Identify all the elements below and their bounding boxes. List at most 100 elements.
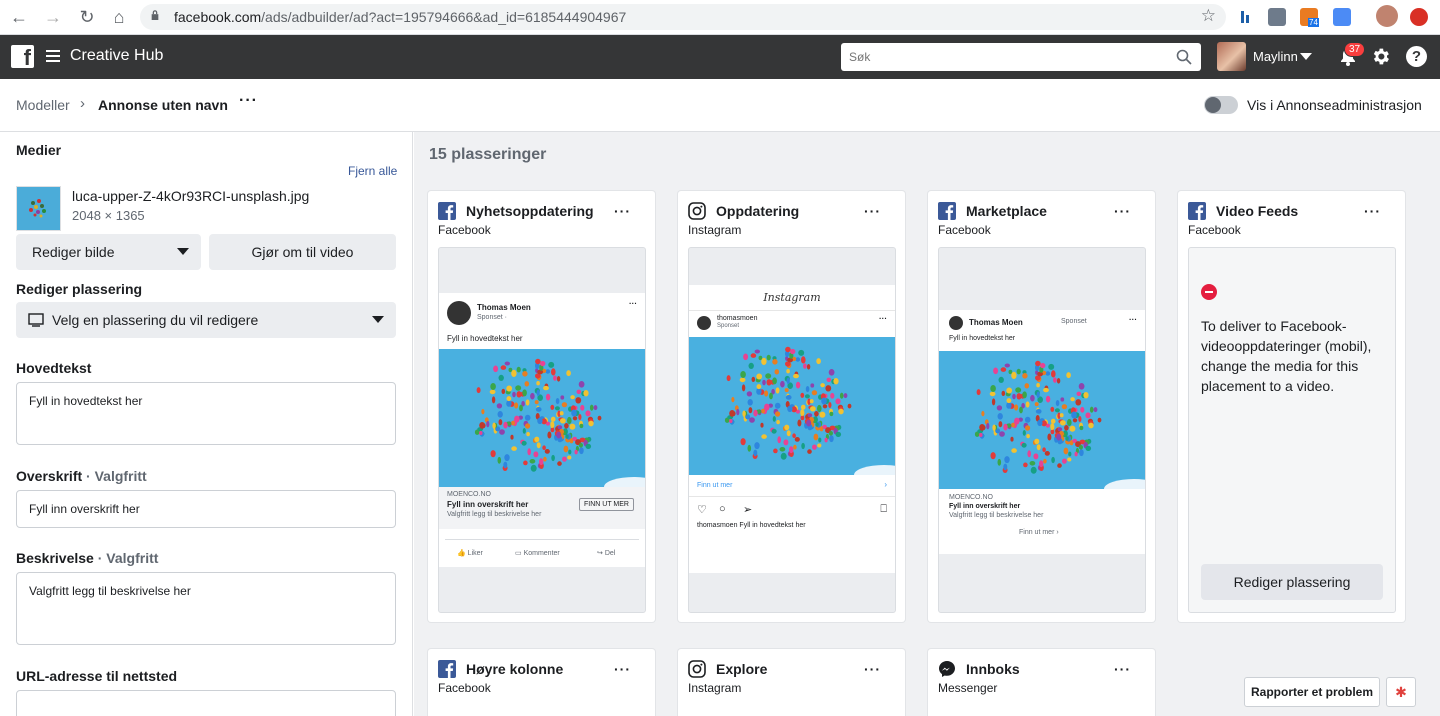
balloon-dot <box>1079 449 1084 457</box>
cloud-shape <box>604 477 645 487</box>
balloon-dot <box>1047 433 1052 441</box>
menu-icon[interactable] <box>46 50 60 62</box>
reload-icon[interactable]: ↻ <box>76 6 98 28</box>
balloon-dot <box>1024 416 1031 423</box>
user-name[interactable]: Maylinn <box>1253 49 1298 64</box>
extension-feed-icon[interactable]: 74 <box>1300 8 1319 27</box>
placement-card-inbox[interactable]: Innboks Messenger ··· <box>928 649 1155 716</box>
lock-icon <box>151 10 159 20</box>
card-subtitle: Facebook <box>938 223 991 237</box>
home-icon[interactable]: ⌂ <box>108 6 130 28</box>
balloon-dot <box>824 437 828 443</box>
balloon-dot <box>556 376 561 382</box>
balloon-dot <box>525 399 530 406</box>
balloon-dot <box>747 444 752 452</box>
placement-card-video-feeds[interactable]: Video Feeds Facebook ··· To deliver to F… <box>1178 191 1405 622</box>
breadcrumb-parent[interactable]: Modeller <box>16 97 70 113</box>
card-more-icon[interactable]: ··· <box>1364 203 1381 219</box>
post-main-text: Fyll in hovedtekst her <box>447 334 523 343</box>
user-avatar[interactable] <box>1217 42 1246 71</box>
balloon-dot <box>821 397 827 405</box>
balloon-dot <box>839 392 844 399</box>
balloon-dot <box>1022 373 1028 379</box>
card-subtitle: Facebook <box>438 681 491 695</box>
card-more-icon[interactable]: ··· <box>614 661 631 677</box>
address-bar[interactable]: facebook.com/ads/adbuilder/ad?act=195794… <box>140 4 1226 30</box>
card-more-icon[interactable]: ··· <box>614 203 631 219</box>
balloon-dot <box>1035 409 1042 414</box>
instagram-logo: Instagram <box>689 285 895 311</box>
balloon-dot <box>760 422 764 428</box>
more-options-icon[interactable]: ··· <box>239 92 258 110</box>
balloon-dot <box>785 346 791 353</box>
balloon-dot <box>565 434 569 439</box>
balloon-dot <box>571 409 577 417</box>
edit-image-button[interactable]: Rediger bilde <box>16 234 201 270</box>
page-title: Annonse uten navn <box>98 97 228 113</box>
card-subtitle: Instagram <box>688 223 742 237</box>
balloon-dot <box>521 440 527 446</box>
balloon-dot <box>543 385 549 391</box>
placement-card-explore[interactable]: Explore Instagram ··· <box>678 649 905 716</box>
bookmark-star-icon[interactable]: ☆ <box>1201 6 1216 26</box>
balloon-dot <box>749 417 755 423</box>
error-icon <box>1201 284 1217 300</box>
placement-card-instagram-feed[interactable]: Oppdatering Instagram ··· Instagram thom… <box>678 191 905 622</box>
balloon-dot <box>511 446 517 451</box>
placement-card-right-column[interactable]: Høyre kolonne Facebook ··· <box>428 649 655 716</box>
balloon-dot <box>825 385 832 392</box>
extension-calendar-icon[interactable] <box>1333 8 1351 26</box>
balloon-dot <box>559 411 564 416</box>
placement-card-marketplace[interactable]: Marketplace Facebook ··· Thomas Moen Spo… <box>928 191 1155 622</box>
extension-code-icon[interactable] <box>1268 8 1286 26</box>
balloon-dot <box>533 451 539 458</box>
facebook-logo-icon[interactable]: f <box>11 45 34 68</box>
balloon-dot <box>1067 418 1072 427</box>
ads-manager-toggle[interactable] <box>1204 96 1238 114</box>
balloon-dot <box>583 390 589 397</box>
url-path: /ads/adbuilder/ad?act=195794666&ad_id=61… <box>261 9 627 25</box>
main-text-field[interactable]: Fyll in hovedtekst her <box>16 382 396 445</box>
balloon-dot <box>593 405 598 411</box>
balloon-dot <box>789 446 794 454</box>
balloon-dot <box>585 410 591 417</box>
convert-to-video-button[interactable]: Gjør om til video <box>209 234 396 270</box>
balloon-dot <box>504 454 510 462</box>
user-menu-caret-icon[interactable] <box>1300 53 1312 60</box>
balloon-dot <box>729 419 733 423</box>
edit-placement-button[interactable]: Rediger plassering <box>1201 564 1383 600</box>
card-more-icon[interactable]: ··· <box>864 203 881 219</box>
card-more-icon[interactable]: ··· <box>1114 661 1131 677</box>
card-more-icon[interactable]: ··· <box>864 661 881 677</box>
balloon-dot <box>843 393 848 399</box>
description-field[interactable]: Valgfritt legg til beskrivelse her <box>16 572 396 645</box>
placement-card-feed[interactable]: Nyhetsoppdatering Facebook ··· Thomas Mo… <box>428 191 655 622</box>
balloon-dot <box>804 394 810 399</box>
remove-all-link[interactable]: Fjern alle <box>348 164 397 178</box>
placement-select[interactable]: Velg en plassering du vil redigere <box>16 302 396 338</box>
balloon-dot <box>1066 372 1071 379</box>
ig-more-icon: ··· <box>879 314 887 323</box>
url-field[interactable] <box>16 690 396 716</box>
search-input[interactable] <box>841 43 1201 71</box>
balloon-dot <box>550 404 555 410</box>
extension-bars-icon[interactable] <box>1238 8 1256 26</box>
bug-report-icon[interactable]: ✱ <box>1386 677 1416 707</box>
balloon-dot <box>576 389 582 394</box>
forward-icon[interactable]: → <box>42 6 64 28</box>
balloon-dot <box>514 402 519 409</box>
profile-avatar[interactable] <box>1376 5 1398 27</box>
search-icon[interactable] <box>1176 49 1192 65</box>
balloon-dot <box>515 385 522 391</box>
balloon-dot <box>784 388 789 393</box>
card-more-icon[interactable]: ··· <box>1114 203 1131 219</box>
gear-icon[interactable] <box>1370 46 1391 67</box>
balloon-dot <box>833 378 839 385</box>
balloon-dot <box>481 408 485 415</box>
messenger-icon <box>939 661 955 677</box>
update-icon[interactable] <box>1410 8 1428 26</box>
back-icon[interactable]: ← <box>8 6 30 28</box>
report-problem-button[interactable]: Rapporter et problem <box>1244 677 1380 707</box>
help-icon[interactable]: ? <box>1406 46 1427 67</box>
headline-field[interactable]: Fyll inn overskrift her <box>16 490 396 528</box>
